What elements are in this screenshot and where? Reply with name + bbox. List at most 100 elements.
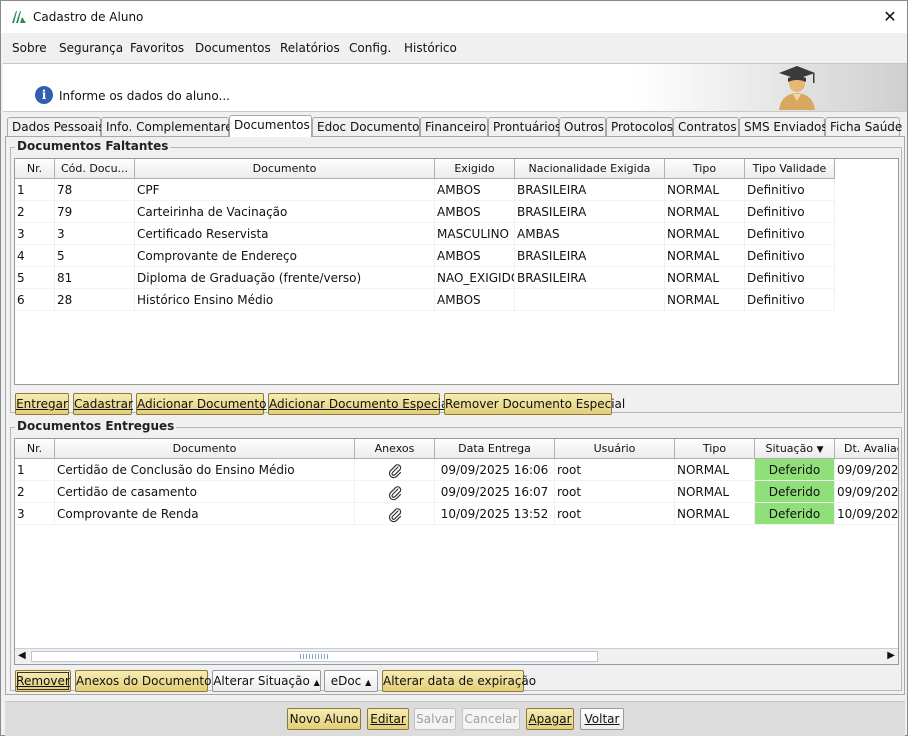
editar-label: Editar <box>370 712 406 726</box>
col-header-anexos[interactable]: Anexos <box>355 439 435 459</box>
menu-sobre[interactable]: Sobre <box>12 41 47 55</box>
faltantes-rows: 1 78 CPF AMBOS BRASILEIRA NORMAL Definitivo 2 79… <box>15 179 898 379</box>
col-header-data-entrega[interactable]: Data Entrega <box>435 439 555 459</box>
tab-info-complementares[interactable]: Info. Complementares <box>101 117 239 136</box>
col-header-tipo[interactable]: Tipo <box>675 439 755 459</box>
salvar-label: Salvar <box>416 712 454 726</box>
scroll-left-icon[interactable]: ◀ <box>18 650 26 661</box>
cadastrar-label: Cadastrar <box>74 397 133 411</box>
cell-nr: 3 <box>15 223 55 245</box>
scroll-right-icon[interactable]: ▶ <box>887 650 895 661</box>
adicionar-documento-label: Adicionar Documento <box>137 397 267 411</box>
col-header-nacionalidade[interactable]: Nacionalidade Exigida <box>515 159 665 179</box>
cell-situacao: Deferido <box>755 459 835 480</box>
novo-aluno-label: Novo Aluno <box>289 712 359 726</box>
cell-exigido: AMBOS <box>435 179 515 201</box>
col-header-tipo[interactable]: Tipo <box>665 159 745 179</box>
col-header-documento[interactable]: Documento <box>55 439 355 459</box>
menu-favoritos[interactable]: Favoritos <box>130 41 184 55</box>
paperclip-icon[interactable] <box>387 507 403 523</box>
cell-dt-avaliacao: 09/09/2025 <box>835 481 898 503</box>
close-icon[interactable]: ✕ <box>879 6 901 28</box>
adicionar-documento-especial-button[interactable]: Adicionar Documento Especial <box>268 393 452 415</box>
anexos-do-documento-button[interactable]: Anexos do Documento <box>75 670 212 692</box>
cell-nacionalidade: BRASILEIRA <box>515 245 665 267</box>
remover-documento-especial-label: Remover Documento Especial <box>445 397 626 411</box>
cell-tipo: NORMAL <box>675 481 755 503</box>
col-header-dt-avaliacao[interactable]: Dt. Avaliação <box>835 439 898 459</box>
horizontal-scrollbar[interactable]: ◀ ▶ <box>15 648 898 664</box>
tab-documentos[interactable]: Documentos <box>229 115 312 137</box>
col-header-situacao[interactable]: Situação ▼ <box>755 439 835 459</box>
editar-button[interactable]: Editar <box>367 708 409 730</box>
edoc-dropdown[interactable]: eDoc ▲ <box>324 670 378 692</box>
cell-anexos[interactable] <box>355 459 435 481</box>
apagar-button[interactable]: Apagar <box>526 708 574 730</box>
col-header-usuario[interactable]: Usuário <box>555 439 675 459</box>
cell-tipo: NORMAL <box>665 267 745 289</box>
col-header-cod[interactable]: Cód. Docu... <box>55 159 135 179</box>
cell-nr: 5 <box>15 267 55 289</box>
apagar-label: Apagar <box>528 712 572 726</box>
menu-documentos[interactable]: Documentos <box>195 41 271 55</box>
menu-bar: Sobre Segurança Favoritos Documentos Rel… <box>1 35 907 61</box>
entregar-button[interactable]: Entregar <box>15 393 69 415</box>
remover-button[interactable]: Remover <box>15 670 71 692</box>
menu-historico[interactable]: Histórico <box>404 41 457 55</box>
cell-tipo-validade: Definitivo <box>745 179 835 201</box>
tab-financeiro[interactable]: Financeiro <box>420 117 488 136</box>
cell-nacionalidade: BRASILEIRA <box>515 201 665 223</box>
tab-sms-enviados[interactable]: SMS Enviados <box>739 117 828 136</box>
cell-cod: 28 <box>55 289 135 311</box>
cell-nacionalidade: BRASILEIRA <box>515 179 665 201</box>
col-header-nr[interactable]: Nr. <box>15 159 55 179</box>
tab-protocolos[interactable]: Protocolos <box>606 117 673 136</box>
cell-anexos[interactable] <box>355 481 435 503</box>
cell-cod: 78 <box>55 179 135 201</box>
entregues-table[interactable]: Nr. Documento Anexos Data Entrega Usuári… <box>14 438 899 665</box>
tab-prontuarios[interactable]: Prontuários <box>488 117 561 136</box>
graduate-avatar-icon <box>779 66 815 110</box>
voltar-label: Voltar <box>584 712 620 726</box>
cell-situacao: Deferido <box>755 503 835 524</box>
voltar-button[interactable]: Voltar <box>580 708 624 730</box>
menu-relatorios[interactable]: Relatórios <box>280 41 340 55</box>
cell-tipo-validade: Definitivo <box>745 201 835 223</box>
col-header-exigido[interactable]: Exigido <box>435 159 515 179</box>
cell-documento: Histórico Ensino Médio <box>135 289 435 311</box>
cell-exigido: AMBOS <box>435 201 515 223</box>
cell-cod: 81 <box>55 267 135 289</box>
cell-documento: Certidão de Conclusão do Ensino Médio <box>55 459 355 481</box>
paperclip-icon[interactable] <box>387 485 403 501</box>
alterar-data-expiracao-button[interactable]: Alterar data de expiração <box>382 670 536 692</box>
cell-anexos[interactable] <box>355 503 435 525</box>
remover-documento-especial-button[interactable]: Remover Documento Especial <box>444 393 625 415</box>
tab-edoc-documentos[interactable]: Edoc Documentos <box>312 117 426 136</box>
cadastrar-button[interactable]: Cadastrar <box>73 393 133 415</box>
scrollbar-thumb[interactable] <box>31 651 598 662</box>
alterar-situacao-dropdown[interactable]: Alterar Situação ▲ <box>212 670 321 692</box>
menu-seguranca[interactable]: Segurança <box>59 41 123 55</box>
tab-ficha-saude[interactable]: Ficha Saúde <box>825 117 902 136</box>
anexos-do-documento-label: Anexos do Documento <box>76 674 212 688</box>
col-header-documento[interactable]: Documento <box>135 159 435 179</box>
paperclip-icon[interactable] <box>387 463 403 479</box>
salvar-button[interactable]: Salvar <box>414 708 456 730</box>
cell-data-entrega: 09/09/2025 16:06 <box>435 459 555 481</box>
cell-dt-avaliacao: 09/09/2025 <box>835 459 898 481</box>
menu-config[interactable]: Config. <box>349 41 391 55</box>
tab-dados-pessoais[interactable]: Dados Pessoais <box>7 117 105 136</box>
faltantes-table[interactable]: Nr. Cód. Docu... Documento Exigido Nacio… <box>14 158 899 385</box>
novo-aluno-button[interactable]: Novo Aluno <box>287 708 361 730</box>
adicionar-documento-button[interactable]: Adicionar Documento <box>136 393 267 415</box>
cell-data-entrega: 09/09/2025 16:07 <box>435 481 555 503</box>
tab-contratos[interactable]: Contratos <box>673 117 739 136</box>
documentos-tab-panel: Documentos Faltantes Nr. Cód. Docu... Do… <box>5 136 905 695</box>
col-header-tipo-validade[interactable]: Tipo Validade <box>745 159 835 179</box>
cell-tipo: NORMAL <box>665 179 745 201</box>
tab-outros[interactable]: Outros <box>559 117 606 136</box>
adicionar-documento-especial-label: Adicionar Documento Especial <box>269 397 452 411</box>
col-header-nr[interactable]: Nr. <box>15 439 55 459</box>
cancelar-button[interactable]: Cancelar <box>462 708 520 730</box>
cell-usuario: root <box>555 481 675 503</box>
